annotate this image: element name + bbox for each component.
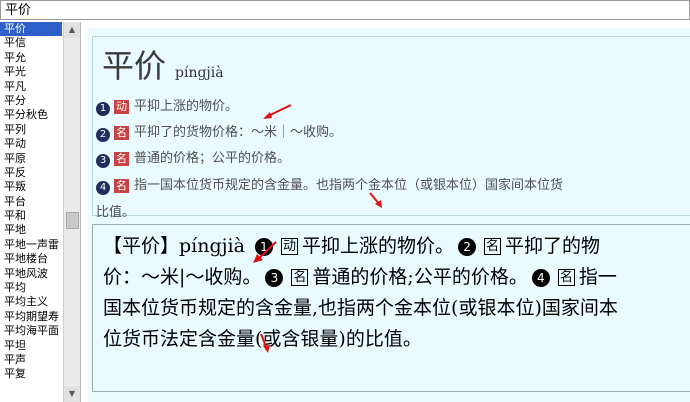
sense-4-continuation: 比值。 [96, 205, 136, 220]
word-list-item[interactable]: 平台 [0, 195, 62, 209]
word-list-item[interactable]: 平复 [0, 367, 62, 381]
sense-row: 1 动平抑上涨的物价。 [96, 95, 238, 116]
headword-pinyin: píngjià [175, 65, 224, 81]
word-list-scrollbar[interactable]: ▲ ▼ [63, 22, 80, 402]
scroll-down-arrow-icon[interactable]: ▼ [64, 386, 80, 402]
sense-number: 3 [96, 154, 110, 168]
word-list: 平价 平信 平允 平光 平凡 平分 平分秋色 平列 平动 平原 平反 平叛 平台 平和 平地 平地一声雷 平地楼… [0, 22, 62, 382]
scan-sense-text: 平抑上涨的物价。 [302, 235, 455, 257]
scan-pos-tag: 名 [291, 269, 309, 286]
search-input[interactable]: 平价 [0, 0, 690, 20]
scan-pos-tag: 名 [484, 238, 502, 255]
word-list-item[interactable]: 平分 [0, 94, 62, 108]
word-list-item[interactable]: 平地风波 [0, 267, 62, 281]
scan-pos-tag: 名 [557, 269, 575, 286]
scan-num: 4 [531, 269, 550, 287]
word-list-item[interactable]: 平声 [0, 353, 62, 367]
red-arrow-icon [253, 241, 277, 263]
sense-text: 平抑了的货物价格：～米｜～收购。 [134, 125, 343, 140]
sense-text: 普通的价格；公平的价格。 [134, 151, 291, 166]
word-list-item[interactable]: 平信 [0, 36, 62, 50]
sense-number: 2 [96, 128, 110, 142]
word-list-item[interactable]: 平反 [0, 166, 62, 180]
pos-tag: 名 [114, 126, 129, 140]
word-list-item[interactable]: 平列 [0, 123, 62, 137]
word-list-item[interactable]: 平动 [0, 137, 62, 151]
scan-num: 2 [458, 238, 477, 256]
word-list-item[interactable]: 平地一声雷 [0, 238, 62, 252]
scan-sense-text: 普通的价格;公平的价格。 [312, 266, 528, 288]
pos-tag: 动 [114, 100, 129, 114]
word-list-item[interactable]: 平和 [0, 209, 62, 223]
scan-headword: 【平价】píngjià [103, 235, 245, 257]
word-list-item[interactable]: 平均主义 [0, 295, 62, 309]
sense-number: 1 [96, 102, 110, 116]
word-list-item[interactable]: 平允 [0, 51, 62, 65]
word-list-panel: 平价 平信 平允 平光 平凡 平分 平分秋色 平列 平动 平原 平反 平叛 平台 平和 平地 平地一声雷 平地楼… [0, 22, 81, 402]
red-arrow-icon [260, 333, 270, 353]
word-list-item[interactable]: 平分秋色 [0, 108, 62, 122]
word-list-item[interactable]: 平凡 [0, 80, 62, 94]
scan-num: 3 [265, 269, 284, 287]
word-list-item[interactable]: 平均海平面 [0, 324, 62, 338]
word-list-item[interactable]: 平均期望寿 [0, 310, 62, 324]
word-list-item[interactable]: 平原 [0, 152, 62, 166]
scrollbar-thumb[interactable] [66, 212, 79, 229]
word-list-item[interactable]: 平地 [0, 223, 62, 237]
pos-tag: 名 [114, 179, 129, 193]
entry-pane: 平价 píngjià 1 动平抑上涨的物价。 2 名平抑了的货物价格：～米｜～收购。 3… [88, 28, 690, 402]
scanned-text: 【平价】píngjià 1 动平抑上涨的物价。 2 名平抑了的物价：～米|～收购。 3 名… [103, 231, 633, 355]
sense-text: 指一国本位货币规定的含金量。也指两个金本位（或银本位）国家间本位货 [134, 178, 564, 193]
scan-pos-tag: 动 [280, 238, 298, 255]
word-list-item[interactable]: 平价 [0, 22, 62, 37]
definition-panel: 平价 píngjià 1 动平抑上涨的物价。 2 名平抑了的货物价格：～米｜～收购。 3… [92, 36, 690, 220]
word-list-item[interactable]: 平光 [0, 65, 62, 79]
scroll-up-arrow-icon[interactable]: ▲ [64, 22, 80, 38]
sense-row: 2 名平抑了的货物价格：～米｜～收购。 [96, 121, 342, 142]
headword-title: 平价 [102, 47, 167, 85]
word-list-item[interactable]: 平叛 [0, 180, 62, 194]
word-list-item[interactable]: 平地楼台 [0, 252, 62, 266]
pos-tag: 名 [114, 152, 129, 166]
sense-row: 3 名普通的价格；公平的价格。 [96, 147, 290, 168]
red-arrow-icon [369, 192, 382, 208]
sense-text: 平抑上涨的物价。 [134, 99, 239, 114]
sense-row: 4 名指一国本位货币规定的含金量。也指两个金本位（或银本位）国家间本位货 [96, 174, 563, 195]
word-list-item[interactable]: 平均 [0, 281, 62, 295]
word-list-item[interactable]: 平坦 [0, 339, 62, 353]
red-arrow-icon [263, 104, 292, 119]
sense-number: 4 [96, 181, 110, 195]
scanned-dictionary-entry: 【平价】píngjià 1 动平抑上涨的物价。 2 名平抑了的物价：～米|～收购。 3 名… [92, 224, 690, 392]
